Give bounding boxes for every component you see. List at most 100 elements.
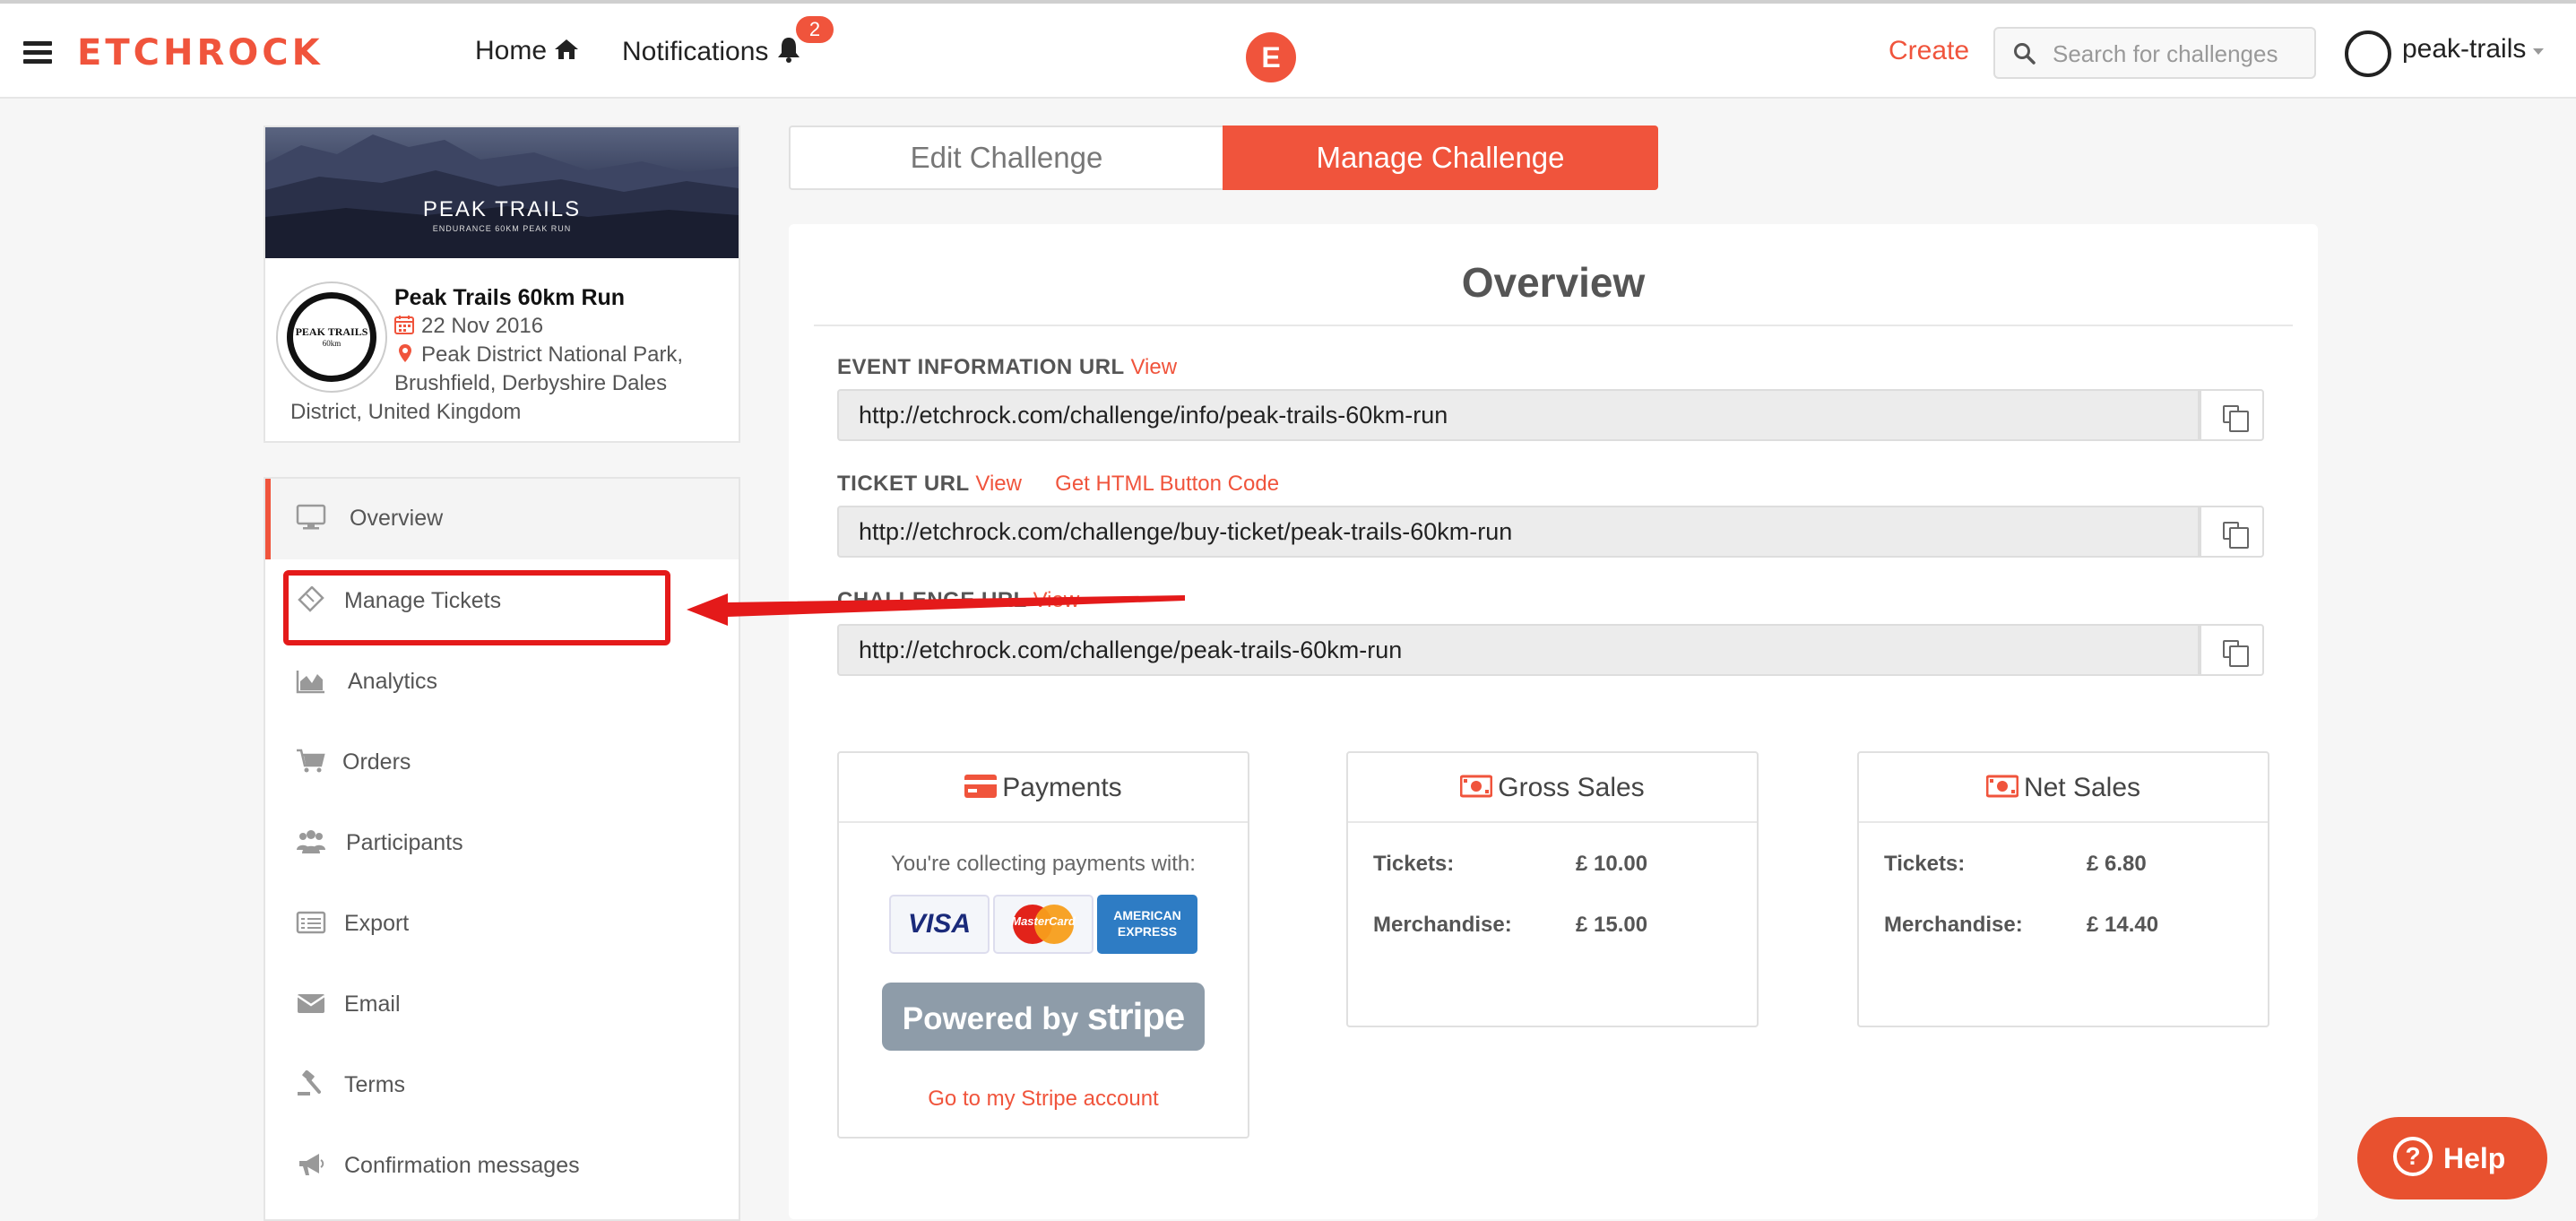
- username-menu[interactable]: peak-trails: [2402, 34, 2526, 65]
- sidebar-item-label: Confirmation messages: [344, 1153, 580, 1178]
- payments-card-header: Payments: [839, 753, 1248, 823]
- ticket-view-link[interactable]: View: [975, 472, 1022, 496]
- copy-event-info-url-button[interactable]: [2200, 389, 2264, 441]
- net-merch-label: Merchandise:: [1884, 913, 2023, 937]
- gross-merch-value: £ 15.00: [1576, 913, 1648, 937]
- sidebar-item-email[interactable]: Email: [265, 965, 739, 1045]
- event-date: 22 Nov 2016: [394, 314, 543, 339]
- sidebar-item-export[interactable]: Export: [265, 884, 739, 965]
- page-title: Overview: [1461, 259, 1646, 306]
- sidebar-item-terms[interactable]: Terms: [265, 1045, 739, 1126]
- stripe-prefix: Powered by: [902, 1001, 1079, 1036]
- search-icon: [2014, 43, 2036, 65]
- nav-home-label: Home: [475, 36, 548, 65]
- stripe-account-link[interactable]: Go to my Stripe account: [839, 1087, 1248, 1112]
- sidebar-item-participants[interactable]: Participants: [265, 803, 739, 884]
- list-icon: [296, 911, 326, 934]
- collecting-payments-text: You're collecting payments with:: [891, 852, 1196, 876]
- event-date-text: 22 Nov 2016: [421, 314, 544, 338]
- copy-challenge-url-button[interactable]: [2200, 624, 2264, 676]
- sidebar-item-label: Analytics: [348, 669, 438, 694]
- top-navbar: ETCHROCK Home Notifications 2 E Create p…: [0, 0, 2576, 99]
- amex-logo: AMERICAN EXPRESS: [1097, 895, 1197, 954]
- payments-title: Payments: [1002, 773, 1122, 802]
- sidebar-item-label: Export: [344, 911, 410, 936]
- user-avatar[interactable]: [2345, 30, 2391, 77]
- ticket-url-field[interactable]: http://etchrock.com/challenge/buy-ticket…: [837, 506, 2200, 558]
- search-box: [1993, 27, 2316, 79]
- event-logo: PEAK TRAILS 60km: [276, 281, 387, 393]
- title-divider: [814, 325, 2293, 326]
- copy-icon: [2223, 522, 2249, 549]
- event-info-url-field[interactable]: http://etchrock.com/challenge/info/peak-…: [837, 389, 2200, 441]
- gross-tickets-label: Tickets:: [1373, 852, 1455, 876]
- powered-by-stripe-badge[interactable]: Powered by stripe: [882, 983, 1205, 1051]
- copy-ticket-url-button[interactable]: [2200, 506, 2264, 558]
- banner-subtitle: ENDURANCE 60KM PEAK RUN: [432, 224, 572, 233]
- net-tickets-value: £ 6.80: [2087, 852, 2147, 876]
- sidebar-item-orders[interactable]: Orders: [265, 723, 739, 803]
- sidebar-item-overview[interactable]: Overview: [265, 479, 739, 559]
- help-question-icon: ?: [2393, 1137, 2433, 1176]
- sidebar-item-confirmation-messages[interactable]: Confirmation messages: [265, 1126, 739, 1207]
- net-sales-card-header: Net Sales: [1859, 753, 2268, 823]
- bell-icon: [777, 38, 800, 63]
- credit-card-icon: [964, 775, 998, 799]
- center-logo-icon[interactable]: E: [1246, 32, 1296, 82]
- area-chart-icon: [296, 671, 324, 694]
- payments-card: Payments You're collecting payments with…: [837, 751, 1249, 1139]
- banner-title: PEAK TRAILS: [422, 197, 582, 221]
- monitor-icon: [296, 504, 326, 530]
- amex-logo-text: AMERICAN EXPRESS: [1113, 908, 1181, 939]
- highlight-annotation-box: [283, 570, 670, 645]
- etchrock-logo[interactable]: ETCHROCK: [77, 32, 324, 74]
- gross-tickets-value: £ 10.00: [1576, 852, 1648, 876]
- event-logo-text: PEAK TRAILS: [295, 325, 368, 338]
- event-info-url-label: EVENT INFORMATION URL View: [837, 355, 1177, 380]
- get-html-button-code-link[interactable]: Get HTML Button Code: [1055, 472, 1279, 496]
- net-sales-card: Net Sales Tickets: £ 6.80 Merchandise: £…: [1857, 751, 2269, 1027]
- copy-icon: [2223, 405, 2249, 432]
- gross-sales-card-header: Gross Sales: [1348, 753, 1757, 823]
- help-label: Help: [2443, 1142, 2506, 1174]
- search-input[interactable]: [2051, 36, 2306, 72]
- sidebar-item-label: Terms: [344, 1072, 406, 1097]
- event-location-text1: Peak District National Park,: [421, 342, 684, 367]
- gross-sales-title: Gross Sales: [1498, 773, 1645, 802]
- event-location-line1: Peak District National Park,: [394, 342, 683, 368]
- copy-icon: [2223, 640, 2249, 667]
- create-link[interactable]: Create: [1889, 36, 1969, 66]
- hamburger-menu-icon[interactable]: [23, 41, 52, 65]
- chevron-down-icon[interactable]: [2533, 48, 2544, 55]
- mastercard-logo: MasterCard: [993, 895, 1094, 954]
- overview-panel: Overview EVENT INFORMATION URL View http…: [789, 224, 2318, 1219]
- gross-sales-card: Gross Sales Tickets: £ 10.00 Merchandise…: [1346, 751, 1759, 1027]
- ticket-url-label: TICKET URL View Get HTML Button Code: [837, 472, 1279, 497]
- tab-edit-challenge[interactable]: Edit Challenge: [789, 126, 1223, 190]
- sidebar-item-label: Participants: [346, 830, 463, 855]
- stripe-brand: stripe: [1086, 995, 1185, 1037]
- gross-merch-label: Merchandise:: [1373, 913, 1512, 937]
- mastercard-logo-text: MasterCard: [1011, 914, 1076, 928]
- map-pin-icon: [399, 344, 411, 362]
- event-location-line2: Brushfield, Derbyshire Dales: [394, 371, 668, 395]
- event-name: Peak Trails 60km Run: [394, 285, 626, 310]
- tab-manage-challenge[interactable]: Manage Challenge: [1223, 126, 1658, 190]
- event-location-line3: District, United Kingdom: [290, 400, 522, 424]
- nav-home-link[interactable]: Home: [475, 36, 579, 66]
- calendar-icon: [394, 316, 414, 334]
- envelope-icon: [297, 994, 325, 1013]
- event-info-url-label-text: EVENT INFORMATION URL: [837, 355, 1125, 379]
- mountain-silhouette: [265, 134, 739, 258]
- red-arrow-annotation: [687, 593, 1185, 626]
- nav-notifications-link[interactable]: Notifications: [622, 36, 801, 67]
- money-icon: [1985, 775, 2018, 798]
- home-icon: [555, 39, 579, 59]
- event-info-view-link[interactable]: View: [1130, 355, 1177, 379]
- visa-logo: VISA: [889, 895, 990, 954]
- help-button[interactable]: ? Help: [2357, 1117, 2547, 1199]
- event-banner-image: PEAK TRAILS ENDURANCE 60KM PEAK RUN: [265, 127, 739, 258]
- money-icon: [1460, 775, 1493, 798]
- sidebar-item-analytics[interactable]: Analytics: [265, 642, 739, 723]
- visa-logo-text: VISA: [907, 909, 972, 939]
